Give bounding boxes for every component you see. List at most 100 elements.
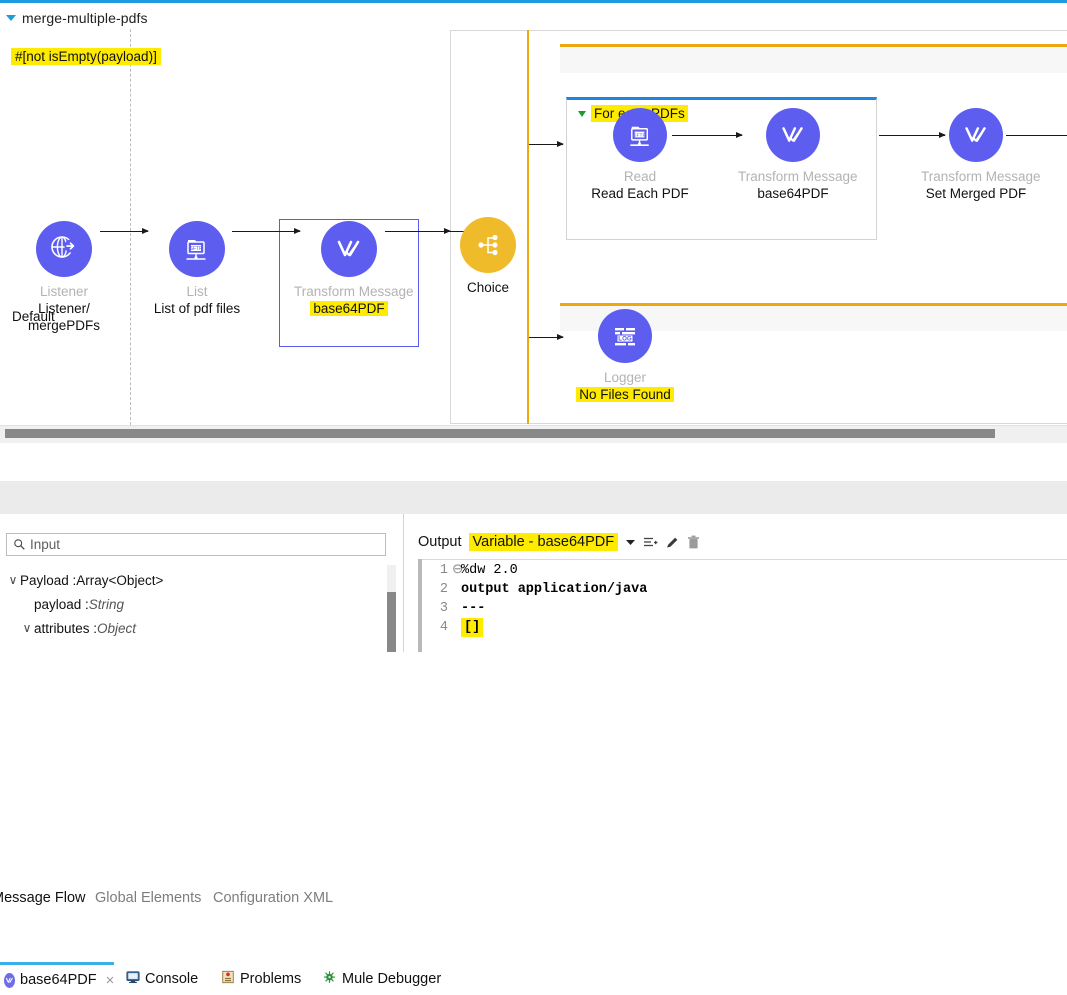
edit-pencil-icon[interactable] xyxy=(665,535,680,550)
svg-text:SFTP: SFTP xyxy=(633,132,645,138)
tree-label: Payload : xyxy=(20,572,77,588)
node-type-label: Transform Message xyxy=(738,169,858,184)
output-label: Output xyxy=(418,534,462,550)
node-type-label: Logger xyxy=(603,370,647,385)
mule-studio-window: merge-multiple-pdfs #[not isEmpty(payloa… xyxy=(0,0,1067,995)
chevron-down-icon[interactable]: ∨ xyxy=(6,573,20,587)
add-list-icon[interactable] xyxy=(643,536,658,549)
when-condition-label[interactable]: #[not isEmpty(payload)] xyxy=(11,48,161,65)
tree-label: attributes : xyxy=(34,620,98,636)
search-icon xyxy=(13,538,26,551)
tab-global-elements[interactable]: Global Elements xyxy=(95,890,201,906)
tree-label: payload : xyxy=(34,596,89,612)
tree-type: String xyxy=(88,596,125,612)
transform-message-icon xyxy=(766,108,820,162)
code-editor-gutter xyxy=(418,559,422,652)
node-name-label: base64PDF xyxy=(294,300,404,317)
node-name-label: Choice xyxy=(466,280,510,295)
node-set-merged-pdf[interactable]: Transform Message Set Merged PDF xyxy=(921,108,1041,202)
tree-type: Array<Object> xyxy=(76,572,164,588)
tab-console[interactable]: Console xyxy=(126,962,198,995)
search-input[interactable]: Input xyxy=(6,533,386,556)
tab-mule-debugger[interactable]: Mule Debugger xyxy=(322,962,441,995)
canvas-horizontal-scrollbar-thumb[interactable] xyxy=(5,429,995,438)
node-type-label: Read xyxy=(623,169,657,184)
transform-message-icon xyxy=(4,972,15,988)
flow-canvas[interactable]: #[not isEmpty(payload)] For each PDFs De… xyxy=(0,29,1067,425)
code-text: %dw 2.0 xyxy=(461,563,518,578)
node-listener[interactable]: Listener Listener/ mergePDFs xyxy=(9,221,119,334)
node-name-label: Set Merged PDF xyxy=(925,186,1027,201)
transform-message-icon xyxy=(321,221,377,277)
tab-label: Console xyxy=(145,970,199,987)
dataweave-code[interactable]: 1 ⊖ %dw 2.0 2 output application/java 3 --- … xyxy=(426,561,647,637)
node-type-label: Transform Message xyxy=(921,169,1041,184)
code-line: 2 output application/java xyxy=(426,580,647,599)
code-text: --- xyxy=(461,601,486,616)
code-line: 4 [] xyxy=(426,618,647,637)
fold-icon[interactable]: ⊖ xyxy=(452,561,463,580)
tab-message-flow[interactable]: Message Flow xyxy=(0,890,85,906)
tree-row-payload-child[interactable]: payload : String xyxy=(6,592,396,616)
connector-spine-to-default xyxy=(529,333,564,340)
http-listener-globe-icon xyxy=(36,221,92,277)
flow-header[interactable]: merge-multiple-pdfs xyxy=(0,7,1067,29)
node-transform-message-inner[interactable]: Transform Message base64PDF xyxy=(738,108,858,202)
console-icon xyxy=(126,970,140,988)
tab-configuration-xml[interactable]: Configuration XML xyxy=(213,890,333,906)
node-type-label: List xyxy=(186,284,208,299)
svg-text:LOG: LOG xyxy=(618,336,632,343)
top-accent-rule xyxy=(0,0,1067,3)
chevron-down-icon[interactable]: ∨ xyxy=(20,621,34,635)
tree-row-payload[interactable]: ∨ Payload : Array<Object> xyxy=(6,568,396,592)
node-name-label: No Files Found xyxy=(570,386,680,403)
tree-row-attributes[interactable]: ∨ attributes : Object xyxy=(6,616,396,640)
input-tree-scrollbar-thumb[interactable] xyxy=(387,592,396,652)
input-tree: ∨ Payload : Array<Object> payload : Stri… xyxy=(6,568,396,640)
output-header: Output Variable - base64PDF xyxy=(418,531,700,553)
close-icon[interactable]: × xyxy=(106,972,115,989)
code-text: [] xyxy=(461,618,484,637)
node-name-label: base64PDF xyxy=(757,186,829,201)
node-name-label: List of pdf files xyxy=(153,301,241,316)
node-type-label: Listener xyxy=(39,284,89,299)
code-line: 1 ⊖ %dw 2.0 xyxy=(426,561,647,580)
line-number: 3 xyxy=(439,601,448,616)
panel-divider[interactable] xyxy=(403,514,404,652)
when-scope-header xyxy=(560,47,1067,73)
triangle-down-icon[interactable] xyxy=(6,15,16,21)
node-name-label: Read Each PDF xyxy=(591,186,689,201)
line-number: 2 xyxy=(439,582,448,597)
node-choice[interactable]: Choice xyxy=(433,217,543,296)
tab-base64pdf[interactable]: base64PDF × xyxy=(0,962,114,995)
node-name-highlight: No Files Found xyxy=(576,387,674,402)
tree-type: Object xyxy=(97,620,137,636)
connector-spine-to-when xyxy=(529,140,564,147)
trash-icon[interactable] xyxy=(687,535,700,550)
logger-icon: LOG xyxy=(598,309,652,363)
problems-icon xyxy=(221,970,235,988)
code-text: output application/java xyxy=(461,582,648,597)
transform-message-icon xyxy=(949,108,1003,162)
node-logger[interactable]: LOG Logger No Files Found xyxy=(570,309,680,403)
mule-debugger-icon xyxy=(322,969,337,988)
search-placeholder: Input xyxy=(30,537,61,552)
sftp-read-icon: SFTP xyxy=(613,108,667,162)
output-variable-selector[interactable]: Variable - base64PDF xyxy=(468,533,619,551)
line-number: 4 xyxy=(439,620,448,635)
node-list[interactable]: SFTP List List of pdf files xyxy=(142,221,252,317)
node-read-each-pdf[interactable]: SFTP Read Read Each PDF xyxy=(585,108,695,202)
tab-label: base64PDF xyxy=(20,972,97,988)
tab-problems[interactable]: Problems xyxy=(221,962,301,995)
code-line: 3 --- xyxy=(426,599,647,618)
node-name-label-2: mergePDFs xyxy=(27,318,100,333)
node-name-highlight: base64PDF xyxy=(310,301,388,316)
node-name-label: Listener/ xyxy=(38,301,90,316)
chevron-down-icon[interactable] xyxy=(625,538,636,547)
sftp-list-icon: SFTP xyxy=(169,221,225,277)
editor-tab-strip: Message Flow Global Elements Configurati… xyxy=(0,443,1067,906)
view-tab-strip: base64PDF × Console Problems Mule Debugg… xyxy=(0,481,1067,995)
node-type-label: Transform Message xyxy=(294,284,414,299)
node-transform-message-base64pdf[interactable]: Transform Message base64PDF xyxy=(294,221,414,317)
line-number: 1 xyxy=(439,563,448,578)
